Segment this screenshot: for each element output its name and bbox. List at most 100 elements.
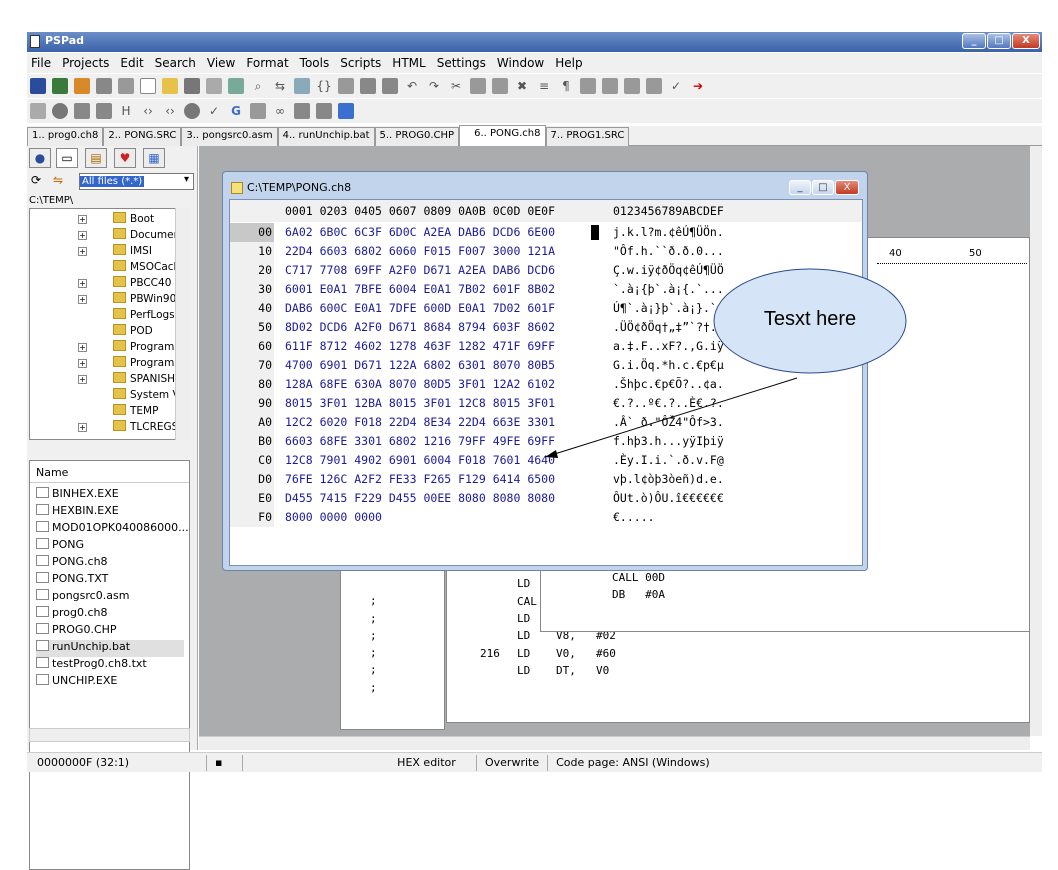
vertical-scrollbar[interactable] (1030, 146, 1042, 736)
macro-icon[interactable] (624, 78, 640, 94)
tab-pong-src[interactable]: 2.. PONG.SRC (103, 127, 182, 146)
menu-settings[interactable]: Settings (437, 56, 486, 70)
tag2-icon[interactable]: ‹› (162, 103, 178, 119)
open-project-icon[interactable] (52, 78, 68, 94)
tab-prog1-src[interactable]: 7.. PROG1.SRC (545, 127, 630, 146)
image-icon[interactable] (96, 103, 112, 119)
tag-icon[interactable]: ‹› (140, 103, 156, 119)
menu-format[interactable]: Format (246, 56, 288, 70)
list-item[interactable]: HEXBIN.EXE (36, 504, 119, 521)
filter-icon[interactable]: ⇋ (53, 173, 63, 187)
list-item[interactable]: PONG.TXT (36, 572, 108, 589)
menu-projects[interactable]: Projects (62, 56, 109, 70)
project-icon[interactable] (30, 78, 46, 94)
minimize-button[interactable]: _ (962, 33, 986, 49)
list-item[interactable]: PROG0.CHP (36, 623, 117, 640)
pin-icon[interactable]: ➔ (690, 78, 706, 94)
list-item[interactable]: testProg0.ch8.txt (36, 657, 147, 674)
tab-pong-ch8[interactable]: 6.. PONG.ch8 (459, 125, 546, 146)
tree-item-selected[interactable]: TEMP (113, 404, 158, 420)
horizontal-scrollbar[interactable] (199, 736, 1030, 750)
open-file-icon[interactable] (162, 78, 178, 94)
hex-row[interactable]: D0 76FE 126C A2F2 FE33 F265 F129 6414 650… (230, 470, 862, 489)
redo-icon[interactable]: ↷ (426, 78, 442, 94)
expand-icon[interactable]: + (78, 231, 87, 240)
favorites-tab-icon[interactable]: ♥ (114, 148, 136, 168)
hex-maximize-button[interactable]: □ (812, 180, 834, 195)
link-icon[interactable]: ∞ (272, 103, 288, 119)
tree-item[interactable]: + TLCREGS (78, 420, 178, 436)
menu-window[interactable]: Window (497, 56, 544, 70)
ftp-tab-icon[interactable]: ▤ (85, 148, 107, 168)
close-project-icon[interactable] (96, 78, 112, 94)
projects-tab-icon[interactable]: ● (29, 148, 51, 168)
hex-minimize-button[interactable]: _ (789, 180, 811, 195)
filter-select[interactable]: All files (*.*) ▾ (79, 173, 194, 190)
tree-item[interactable]: + PBWin90 (78, 292, 176, 308)
tree-item[interactable]: + PBCC40 (78, 276, 171, 292)
list-item[interactable]: PONG.ch8 (36, 555, 108, 572)
folder-tab-icon[interactable]: ▭ (56, 148, 78, 168)
expand-icon[interactable]: + (78, 359, 87, 368)
menu-view[interactable]: View (207, 56, 235, 70)
copy-icon[interactable] (360, 78, 376, 94)
tab-rununchip-bat[interactable]: 4.. runUnchip.bat (277, 127, 375, 146)
menu-html[interactable]: HTML (392, 56, 425, 70)
paste-icon[interactable] (382, 78, 398, 94)
expand-icon[interactable]: + (78, 279, 87, 288)
brackets-icon[interactable]: {} (316, 78, 332, 94)
menu-search[interactable]: Search (155, 56, 196, 70)
google-icon[interactable]: G (228, 103, 244, 119)
tree-scrollbar[interactable] (175, 208, 190, 440)
list-item[interactable]: UNCHIP.EXE (36, 674, 117, 691)
list-item[interactable]: BINHEX.EXE (36, 487, 119, 504)
find-icon[interactable]: ⌕ (250, 78, 266, 94)
tree-item[interactable]: PerfLogs (113, 308, 175, 324)
list-item[interactable]: runUnchip.bat (36, 640, 184, 657)
spell-icon[interactable]: ✓ (668, 78, 684, 94)
copy2-icon[interactable] (470, 78, 486, 94)
expand-icon[interactable]: + (78, 343, 87, 352)
new-file-icon[interactable] (140, 78, 156, 94)
bookmark-icon[interactable] (338, 78, 354, 94)
hex-row[interactable]: E0 D455 7415 F229 D455 00EE 8080 8080 808… (230, 489, 862, 508)
list-item[interactable]: prog0.ch8 (36, 606, 108, 623)
save-project-icon[interactable] (74, 78, 90, 94)
list-item[interactable]: PONG (36, 538, 84, 555)
tree-item[interactable]: + Boot (78, 212, 154, 228)
find-files-icon[interactable] (294, 78, 310, 94)
list-icon[interactable] (294, 103, 310, 119)
menu-tools[interactable]: Tools (300, 56, 330, 70)
hex-row[interactable]: 00 6A02 6B0C 6C3F 6D0C A2EA DAB6 DCD6 6E0… (230, 223, 862, 242)
expand-icon[interactable]: + (78, 375, 87, 384)
compare-icon[interactable] (602, 78, 618, 94)
save-icon[interactable] (184, 78, 200, 94)
hex-row[interactable]: F0 8000 0000 0000 €..... (230, 508, 862, 527)
list-item[interactable]: pongsrc0.asm (36, 589, 129, 606)
menu-help[interactable]: Help (555, 56, 582, 70)
circle-icon[interactable] (52, 103, 68, 119)
column-header-name[interactable]: Name (30, 461, 189, 483)
table-icon[interactable] (30, 103, 46, 119)
undo-icon[interactable]: ↶ (404, 78, 420, 94)
window-icon[interactable] (250, 103, 266, 119)
list-item[interactable]: MOD01OPK040086000... (36, 521, 189, 538)
expand-icon[interactable]: + (78, 247, 87, 256)
check-icon[interactable]: ✓ (206, 103, 222, 119)
refresh-icon[interactable]: ⟳ (31, 173, 41, 187)
paste2-icon[interactable] (492, 78, 508, 94)
format-icon[interactable]: ≡ (536, 78, 552, 94)
tree-item[interactable]: + IMSI (78, 244, 152, 260)
color-icon[interactable] (74, 103, 90, 119)
tab-prog0-chp[interactable]: 5.. PROG0.CHP (374, 127, 460, 146)
replace-icon[interactable]: ⇆ (272, 78, 288, 94)
paragraph-icon[interactable]: ¶ (558, 78, 574, 94)
menu-edit[interactable]: Edit (120, 56, 143, 70)
tab-pongsrc0-asm[interactable]: 3.. pongsrc0.asm (181, 127, 278, 146)
monitor-icon[interactable] (338, 103, 354, 119)
wrap-icon[interactable] (580, 78, 596, 94)
cut-icon[interactable]: ✂ (448, 78, 464, 94)
lock-icon[interactable] (646, 78, 662, 94)
expand-icon[interactable]: + (78, 295, 87, 304)
hex-row[interactable]: 10 22D4 6603 6802 6060 F015 F007 3000 121… (230, 242, 862, 261)
